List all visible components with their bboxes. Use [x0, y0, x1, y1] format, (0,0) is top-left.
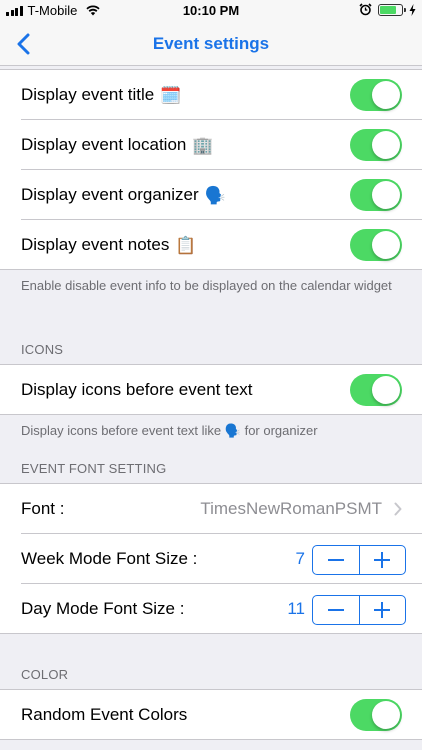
group-bottom-divider — [0, 414, 422, 415]
display-location-toggle[interactable] — [350, 129, 402, 161]
font-section-header: EVENT FONT SETTING — [21, 461, 167, 476]
week-font-size-value: 7 — [295, 549, 305, 568]
week-decrement-button[interactable] — [313, 546, 359, 574]
chevron-right-icon — [394, 502, 402, 516]
color-section-header: COLOR — [21, 667, 69, 682]
row-label: Display icons before event text — [21, 380, 253, 399]
display-section-footer: Enable disable event info to be displaye… — [21, 278, 392, 293]
row-label: Display event notes — [21, 235, 170, 254]
day-font-size-value: 11 — [287, 599, 305, 618]
charging-bolt-icon — [409, 3, 416, 16]
icons-section-footer: Display icons before event text like 🗣️ … — [21, 422, 402, 440]
row-label-wrap: Display event notes 📋 — [21, 220, 197, 270]
random-colors-toggle[interactable] — [350, 699, 402, 731]
alarm-clock-icon — [359, 3, 372, 16]
row-display-organizer: Display event organizer 🗣️ — [0, 170, 422, 220]
row-label: Display event title — [21, 85, 155, 104]
display-title-toggle[interactable] — [350, 79, 402, 111]
week-increment-button[interactable] — [360, 546, 406, 574]
display-icons-toggle[interactable] — [350, 374, 402, 406]
row-label-wrap: Display event location 🏢 — [21, 120, 214, 170]
icons-section-header: ICONS — [21, 342, 64, 357]
week-font-size-stepper — [312, 545, 406, 575]
group-bottom-divider — [0, 269, 422, 270]
status-right — [359, 3, 416, 16]
page-title: Event settings — [152, 34, 270, 53]
row-label-wrap: Display event title 🗓️ — [21, 70, 181, 120]
day-increment-button[interactable] — [360, 596, 406, 624]
row-display-notes: Display event notes 📋 — [0, 220, 422, 270]
day-font-size-stepper — [312, 595, 406, 625]
row-label: Random Event Colors — [21, 705, 188, 724]
row-label: Display event organizer — [21, 185, 199, 204]
office-building-icon: 🏢 — [192, 135, 214, 155]
calendar-icon: 🗓️ — [160, 85, 182, 105]
row-day-font-size: Day Mode Font Size : 11 — [0, 584, 422, 634]
speaking-head-icon: 🗣️ — [224, 423, 241, 438]
row-label: Display event location — [21, 135, 187, 154]
battery-icon — [378, 3, 406, 16]
footer-text-after: for organizer — [244, 423, 318, 438]
row-font[interactable]: Font : TimesNewRomanPSMT — [0, 484, 422, 534]
font-value: TimesNewRomanPSMT — [200, 499, 382, 518]
row-display-icons: Display icons before event text — [0, 365, 422, 415]
plus-icon — [374, 552, 391, 568]
row-label-wrap: Display event organizer 🗣️ — [21, 170, 226, 220]
status-bar: T-Mobile 10:10 PM — [0, 0, 422, 22]
display-notes-toggle[interactable] — [350, 229, 402, 261]
speaking-head-icon: 🗣️ — [204, 185, 226, 205]
minus-icon — [327, 609, 344, 611]
group-bottom-divider — [0, 633, 422, 634]
clipboard-icon: 📋 — [175, 235, 197, 255]
display-organizer-toggle[interactable] — [350, 179, 402, 211]
day-decrement-button[interactable] — [313, 596, 359, 624]
plus-icon — [374, 602, 391, 618]
row-week-font-size: Week Mode Font Size : 7 — [0, 534, 422, 584]
row-label: Font : — [21, 499, 65, 518]
row-display-location: Display event location 🏢 — [0, 120, 422, 170]
row-label: Week Mode Font Size : — [21, 549, 198, 568]
navigation-bar: Event settings — [0, 22, 422, 66]
row-random-colors: Random Event Colors — [0, 690, 422, 740]
row-display-title: Display event title 🗓️ — [0, 70, 422, 120]
row-label: Day Mode Font Size : — [21, 599, 185, 618]
group-bottom-divider — [0, 739, 422, 740]
minus-icon — [327, 559, 344, 561]
footer-text-before: Display icons before event text like — [21, 423, 222, 438]
